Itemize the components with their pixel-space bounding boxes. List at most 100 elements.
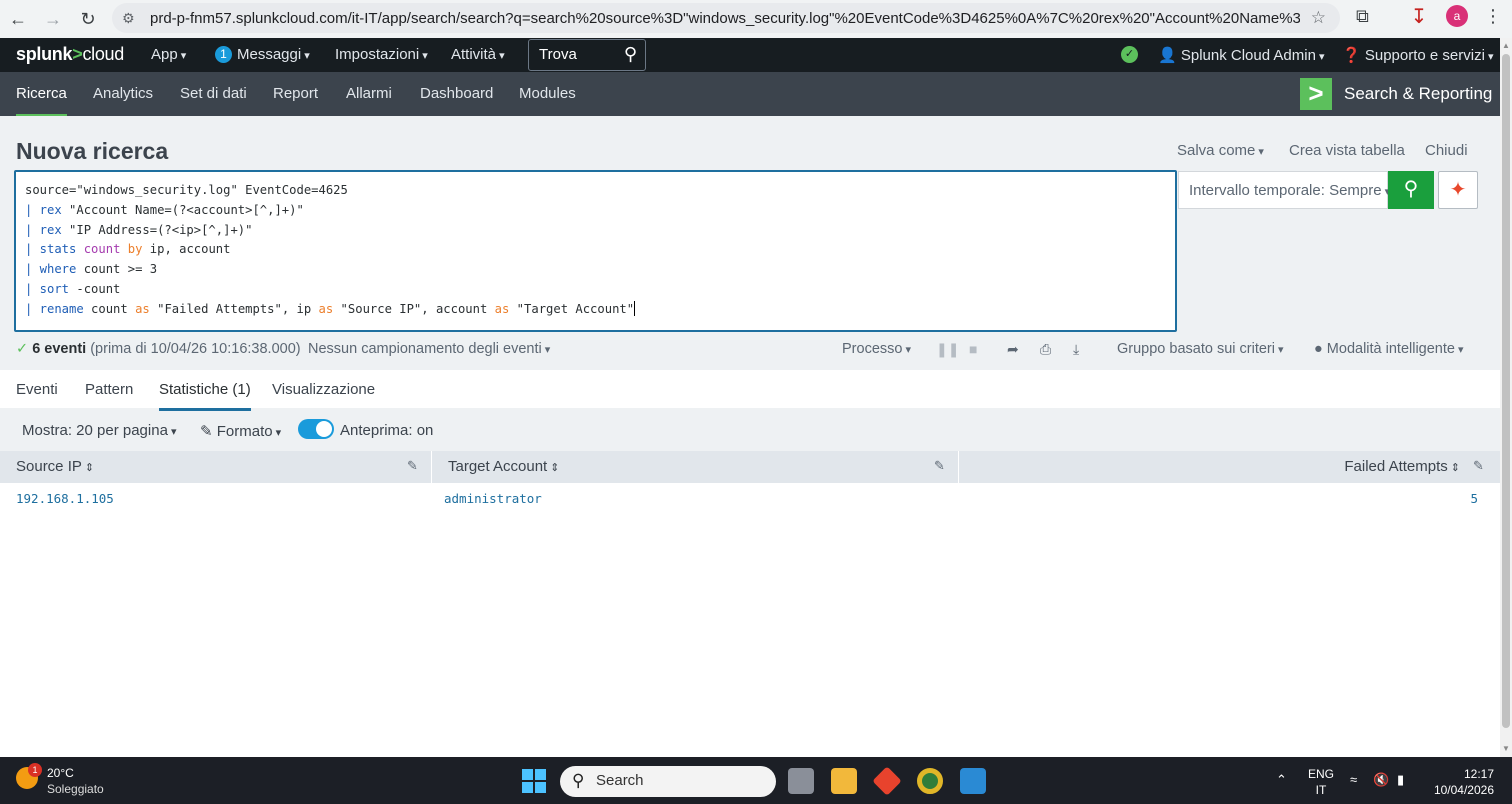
nav-reports[interactable]: Report <box>273 85 318 102</box>
sort-icon[interactable]: ⇕ <box>1451 462 1460 474</box>
file-explorer-icon[interactable] <box>831 768 857 794</box>
check-icon: ✓ <box>16 341 29 357</box>
app-title[interactable]: Search & Reporting <box>1344 84 1492 104</box>
edit-column-icon[interactable]: ✎ <box>407 458 418 474</box>
stop-icon[interactable]: ■ <box>969 341 977 357</box>
help-icon: ❓ <box>1342 47 1361 64</box>
search-icon[interactable]: ⚲ <box>624 44 637 65</box>
format-menu[interactable]: ✎ Formato <box>200 422 281 440</box>
menu-icon[interactable]: ⋮ <box>1484 6 1502 27</box>
sort-icon[interactable]: ⇕ <box>85 462 94 474</box>
tab-visualization[interactable]: Visualizzazione <box>272 381 375 398</box>
rows-per-page-menu[interactable]: Mostra: 20 per pagina <box>22 422 177 439</box>
user-menu[interactable]: 👤 Splunk Cloud Admin <box>1158 46 1325 64</box>
job-menu[interactable]: Processo <box>842 341 911 357</box>
language-indicator[interactable]: ENG IT <box>1308 766 1334 798</box>
lang-line1: ENG <box>1308 767 1335 781</box>
cell-failed-attempts[interactable]: 5 <box>1470 491 1478 506</box>
column-target-account[interactable]: Target Account ⇕ ✎ <box>432 451 959 483</box>
windows-taskbar: 1 20°C Soleggiato ⚲ Search ⌃ ENG IT ≈ 🔇 ▮ … <box>0 757 1512 804</box>
reload-icon[interactable]: ↻ <box>72 3 104 35</box>
search-mode-menu[interactable]: ● Modalità intelligente <box>1314 341 1464 357</box>
forward-icon[interactable]: → <box>37 3 69 35</box>
ai-assistant-button[interactable]: ✦ <box>1438 171 1478 209</box>
format-label: Formato <box>216 423 273 440</box>
share-icon[interactable]: ➦ <box>1007 341 1019 358</box>
close-link[interactable]: Chiudi <box>1425 142 1468 159</box>
nav-datasets[interactable]: Set di dati <box>180 85 247 102</box>
taskbar-search[interactable]: ⚲ Search <box>560 766 776 797</box>
activity-menu[interactable]: Attività <box>451 46 505 63</box>
sampling-menu[interactable]: Nessun campionamento degli eventi <box>308 341 550 357</box>
task-view-icon[interactable] <box>788 768 814 794</box>
cell-target-account[interactable]: administrator <box>444 491 542 506</box>
cell-source-ip[interactable]: 192.168.1.105 <box>16 491 114 506</box>
back-icon[interactable]: ← <box>2 3 34 35</box>
policy-menu[interactable]: Gruppo basato sui criteri <box>1117 341 1284 357</box>
weather-description[interactable]: Soleggiato <box>47 782 104 796</box>
search-query-editor[interactable]: source="windows_security.log" EventCode=… <box>14 170 1177 332</box>
save-as-menu[interactable]: Salva come <box>1177 142 1264 159</box>
nav-modules[interactable]: Modules <box>519 85 576 102</box>
nav-analytics[interactable]: Analytics <box>93 85 153 102</box>
nav-dashboards[interactable]: Dashboard <box>420 85 493 102</box>
tab-patterns[interactable]: Pattern <box>85 381 133 398</box>
download-icon[interactable]: ↧ <box>1408 4 1430 30</box>
start-button[interactable] <box>522 769 546 793</box>
preview-toggle[interactable] <box>298 419 334 439</box>
find-input[interactable]: Trova ⚲ <box>528 39 646 71</box>
settings-menu[interactable]: Impostazioni <box>335 46 428 63</box>
event-count-status: ✓ 6 eventi (prima di 10/04/26 10:16:38.0… <box>16 341 301 357</box>
address-bar[interactable]: ⚙ prd-p-fnm57.splunkcloud.com/it-IT/app/… <box>112 3 1340 33</box>
column-failed-attempts[interactable]: Failed Attempts ⇕ ✎ <box>959 451 1500 483</box>
scroll-up-icon[interactable]: ▲ <box>1502 41 1510 50</box>
scroll-down-icon[interactable]: ▼ <box>1502 744 1510 753</box>
page-scrollbar[interactable]: ▲ ▼ <box>1500 38 1512 757</box>
tab-events[interactable]: Eventi <box>16 381 58 398</box>
search-button[interactable]: ⚲ <box>1388 171 1434 209</box>
battery-icon[interactable]: ▮ <box>1397 772 1404 788</box>
column-source-ip[interactable]: Source IP ⇕ ✎ <box>0 451 432 483</box>
pause-icon[interactable]: ❚❚ <box>936 341 959 358</box>
sort-icon[interactable]: ⇕ <box>550 462 559 474</box>
search-mode-label: Modalità intelligente <box>1326 341 1455 357</box>
scrollbar-thumb[interactable] <box>1502 54 1510 728</box>
edit-column-icon[interactable]: ✎ <box>1473 458 1484 474</box>
query-line: source="windows_security.log" EventCode=… <box>25 183 348 197</box>
event-timestamp: (prima di 10/04/26 10:16:38.000) <box>90 341 301 357</box>
git-app-icon[interactable] <box>872 766 902 796</box>
pencil-icon: ✎ <box>200 423 213 440</box>
query-line: | sort -count <box>25 281 121 296</box>
app-menu[interactable]: App <box>151 46 186 63</box>
taskbar-search-label: Search <box>596 772 644 789</box>
time-range-picker[interactable]: Intervallo temporale: Sempre <box>1178 171 1388 209</box>
system-clock[interactable]: 12:17 10/04/2026 <box>1432 766 1494 798</box>
print-icon[interactable]: ⎙ <box>1040 341 1051 358</box>
nav-ricerca[interactable]: Ricerca <box>16 85 67 117</box>
edit-column-icon[interactable]: ✎ <box>934 458 945 474</box>
messages-menu[interactable]: 1 Messaggi <box>215 46 310 63</box>
bulb-icon: ● <box>1314 341 1323 357</box>
star-icon[interactable]: ☆ <box>1311 8 1326 28</box>
extensions-icon[interactable]: ⧉ <box>1356 6 1369 27</box>
profile-avatar[interactable]: a <box>1446 5 1468 27</box>
column-label: Target Account <box>448 458 548 475</box>
nav-alerts[interactable]: Allarmi <box>346 85 392 102</box>
support-menu[interactable]: ❓ Supporto e servizi <box>1342 46 1494 64</box>
splunk-logo[interactable]: splunk>cloud <box>16 44 124 65</box>
chrome-icon[interactable] <box>917 768 943 794</box>
volume-muted-icon[interactable]: 🔇 <box>1373 772 1389 788</box>
search-icon: ⚲ <box>1403 178 1419 200</box>
tab-statistics[interactable]: Statistiche (1) <box>159 381 251 411</box>
event-count: 6 eventi <box>32 341 87 357</box>
export-icon[interactable]: ⤓ <box>1073 341 1079 358</box>
site-settings-icon[interactable]: ⚙ <box>122 10 144 27</box>
lang-line2: IT <box>1315 783 1327 797</box>
vscode-icon[interactable] <box>960 768 986 794</box>
create-table-view-link[interactable]: Crea vista tabella <box>1289 142 1405 159</box>
tray-overflow-icon[interactable]: ⌃ <box>1276 772 1287 788</box>
query-line: | rex "IP Address=(?<ip>[^,]+)" <box>25 222 253 237</box>
weather-temperature[interactable]: 20°C <box>47 766 74 780</box>
wifi-icon[interactable]: ≈ <box>1350 772 1357 787</box>
health-ok-icon[interactable]: ✓ <box>1121 46 1138 63</box>
